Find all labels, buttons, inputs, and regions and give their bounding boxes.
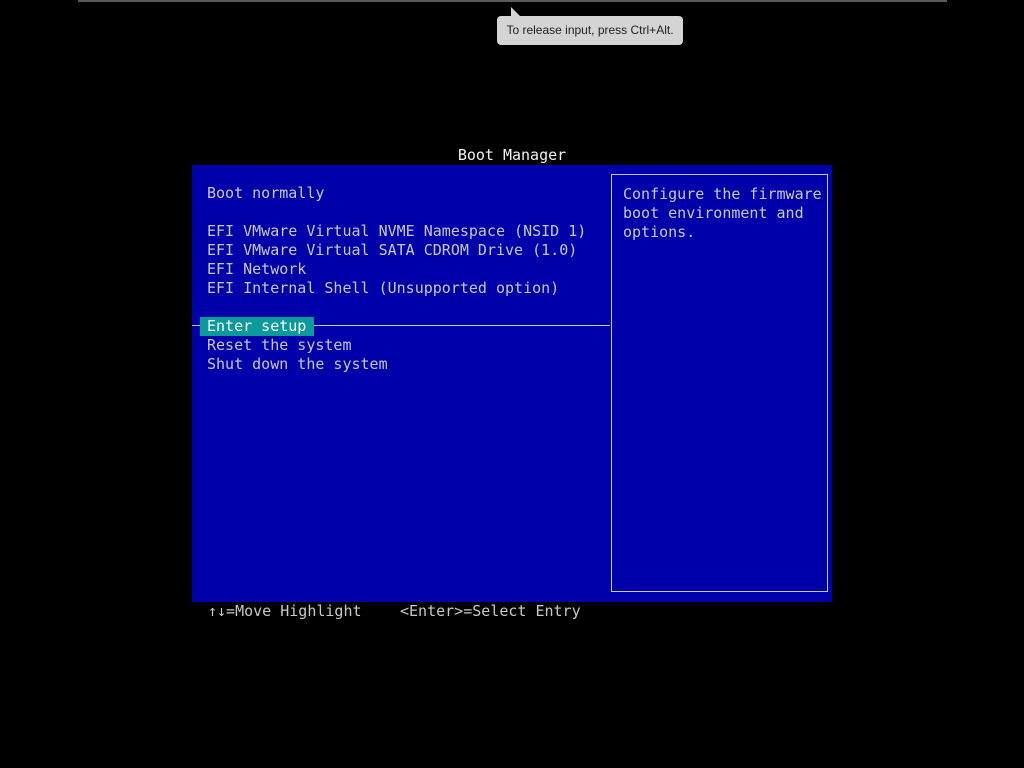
tooltip-text: To release input, press Ctrl+Alt. — [506, 23, 674, 37]
boot-manager-title: Boot Manager — [457, 146, 567, 164]
menu-item-shut-down-system[interactable]: Shut down the system — [207, 355, 388, 374]
help-line: Configure the firmware — [623, 185, 822, 203]
menu-item-boot-normally[interactable]: Boot normally — [207, 184, 324, 203]
help-text: Configure the firmware boot environment a… — [623, 185, 822, 242]
help-line: options. — [623, 223, 696, 241]
menu-item-reset-system[interactable]: Reset the system — [207, 336, 352, 355]
help-box: Configure the firmware boot environment a… — [611, 174, 828, 592]
footer-select-entry-hint: <Enter>=Select Entry — [400, 602, 581, 620]
help-line: boot environment and — [623, 204, 804, 222]
menu-item-efi-network[interactable]: EFI Network — [207, 260, 306, 279]
menu-item-efi-sata-cdrom[interactable]: EFI VMware Virtual SATA CDROM Drive (1.0… — [207, 241, 577, 260]
boot-manager-panel: Boot normally EFI VMware Virtual NVME Na… — [192, 165, 832, 602]
menu-item-enter-setup[interactable]: Enter setup — [200, 317, 315, 336]
release-input-tooltip: To release input, press Ctrl+Alt. — [497, 16, 683, 45]
menu-item-efi-internal-shell[interactable]: EFI Internal Shell (Unsupported option) — [207, 279, 559, 298]
menu-item-efi-nvme[interactable]: EFI VMware Virtual NVME Namespace (NSID … — [207, 222, 586, 241]
boot-menu: Boot normally EFI VMware Virtual NVME Na… — [192, 165, 610, 602]
footer-move-highlight-hint: ↑↓=Move Highlight — [208, 602, 362, 620]
vm-window-top-edge — [78, 0, 947, 2]
